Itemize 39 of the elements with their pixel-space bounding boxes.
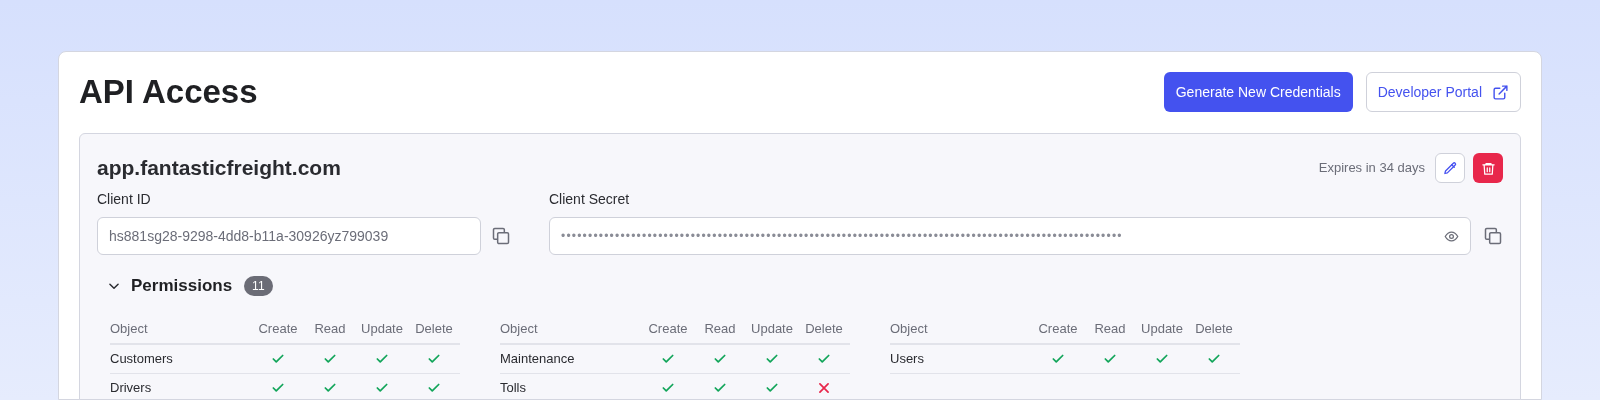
- table-cell-text: Drivers: [110, 379, 153, 398]
- portal-link[interactable]: Developer Portal: [1365, 72, 1521, 112]
- external-link-icon: [1492, 83, 1509, 101]
- pencil-icon: [1442, 160, 1458, 176]
- column-header: Update: [750, 320, 794, 339]
- column-header: Read: [313, 320, 347, 339]
- column-header: Read: [1093, 320, 1127, 339]
- column-header: Create: [647, 320, 689, 339]
- table-cell-text: Customers: [110, 350, 174, 369]
- delete-button[interactable]: [1473, 153, 1503, 183]
- copy-icon[interactable]: [491, 226, 511, 246]
- count-badge: 11: [244, 276, 273, 296]
- column-header: Delete: [1194, 320, 1234, 339]
- column-header: Object: [110, 320, 149, 339]
- column-header: Object: [890, 320, 929, 339]
- generate-button[interactable]: Generate New Credentials: [1163, 72, 1353, 112]
- client-id-field[interactable]: hs881sg28-9298-4dd8-b11a-30926yz799039: [97, 217, 481, 255]
- copy-icon[interactable]: [1483, 226, 1503, 246]
- field-label: Client Secret: [549, 190, 631, 209]
- column-header: Delete: [804, 320, 844, 339]
- section-title: Permissions: [131, 275, 233, 298]
- column-header: Read: [703, 320, 737, 339]
- table-cell-text: Tolls: [500, 379, 527, 398]
- domain-name: app.fantasticfreight.com: [97, 155, 341, 182]
- column-header: Object: [500, 320, 539, 339]
- column-header: Update: [360, 320, 404, 339]
- edit-button[interactable]: [1435, 153, 1465, 183]
- column-header: Delete: [414, 320, 454, 339]
- page-title: API Access: [79, 72, 258, 113]
- expiry-text: Expires in 34 days: [1318, 159, 1425, 178]
- column-header: Update: [1140, 320, 1184, 339]
- table-cell-text: Users: [890, 350, 925, 369]
- field-label: Client ID: [97, 190, 152, 209]
- trash-icon: [1480, 160, 1496, 176]
- eye-icon[interactable]: [1444, 228, 1459, 244]
- table-cell-text: Maintenance: [500, 350, 576, 369]
- column-header: Create: [257, 320, 299, 339]
- client-secret-field[interactable]: ••••••••••••••••••••••••••••••••••••••••••••••••••••••••••••••••••••••••••••••••••••••••••••••••••••••••: [549, 217, 1471, 255]
- column-header: Create: [1037, 320, 1079, 339]
